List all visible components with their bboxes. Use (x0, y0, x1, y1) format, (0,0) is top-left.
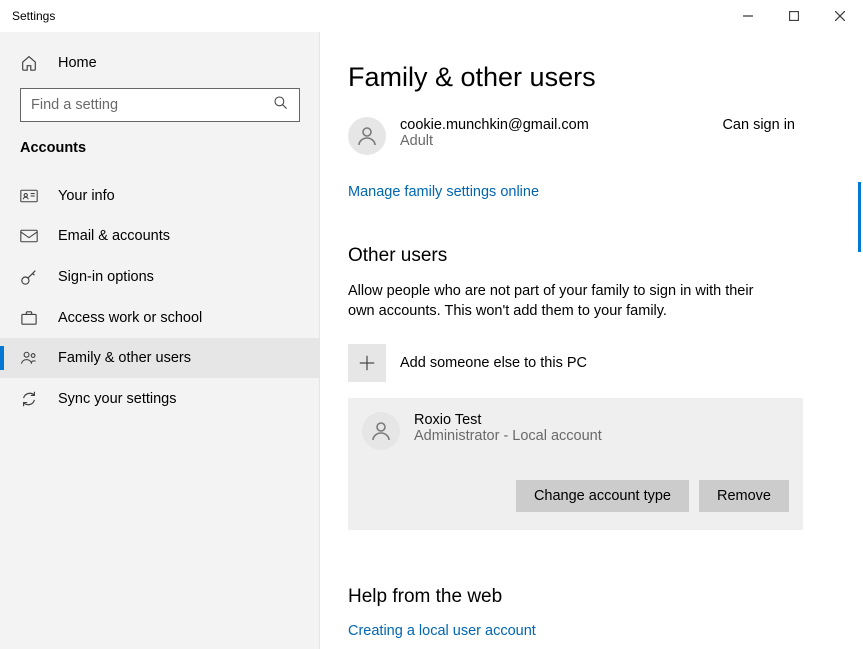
sidebar-item-label: Your info (58, 188, 115, 204)
close-button[interactable] (817, 0, 863, 32)
sidebar-item-sync-settings[interactable]: Sync your settings (0, 378, 320, 420)
plus-icon (348, 344, 386, 382)
sidebar-item-family-other-users[interactable]: Family & other users (0, 338, 320, 378)
envelope-icon (20, 229, 40, 243)
other-user-type: Administrator - Local account (414, 428, 602, 444)
family-user-row[interactable]: cookie.munchkin@gmail.com Adult Can sign… (348, 117, 835, 155)
user-email: cookie.munchkin@gmail.com (400, 117, 722, 133)
user-role: Adult (400, 133, 722, 149)
manage-family-link[interactable]: Manage family settings online (348, 184, 539, 200)
user-status: Can sign in (722, 117, 795, 133)
sidebar-item-label: Sign-in options (58, 269, 154, 285)
sync-icon (20, 390, 40, 408)
main-content: Family & other users cookie.munchkin@gma… (320, 32, 863, 649)
other-users-heading: Other users (348, 245, 835, 267)
sidebar-section-title: Accounts (0, 140, 320, 156)
avatar-icon (348, 117, 386, 155)
minimize-button[interactable] (725, 0, 771, 32)
other-users-description: Allow people who are not part of your fa… (348, 281, 778, 322)
sidebar-item-your-info[interactable]: Your info (0, 176, 320, 216)
sidebar-item-access-work-school[interactable]: Access work or school (0, 298, 320, 338)
sidebar: Home Accounts Your info Email & accounts (0, 32, 320, 649)
search-icon (273, 95, 289, 116)
home-icon (20, 54, 40, 72)
sidebar-item-sign-in-options[interactable]: Sign-in options (0, 256, 320, 298)
sidebar-item-label: Family & other users (58, 350, 191, 366)
sidebar-item-label: Sync your settings (58, 391, 176, 407)
window-controls (725, 0, 863, 32)
help-link-local-account[interactable]: Creating a local user account (348, 623, 536, 639)
remove-button[interactable]: Remove (699, 480, 789, 512)
sidebar-item-email-accounts[interactable]: Email & accounts (0, 216, 320, 256)
people-icon (20, 350, 40, 366)
maximize-button[interactable] (771, 0, 817, 32)
search-input[interactable] (31, 97, 273, 113)
titlebar: Settings (0, 0, 863, 32)
sidebar-item-label: Email & accounts (58, 228, 170, 244)
home-label: Home (58, 55, 97, 71)
briefcase-icon (20, 310, 40, 326)
search-box[interactable] (20, 88, 300, 122)
scroll-indicator (858, 182, 861, 252)
id-card-icon (20, 189, 40, 203)
add-user-button[interactable]: Add someone else to this PC (348, 344, 835, 382)
change-account-type-button[interactable]: Change account type (516, 480, 689, 512)
page-title: Family & other users (348, 62, 835, 93)
sidebar-item-label: Access work or school (58, 310, 202, 326)
other-user-name: Roxio Test (414, 412, 602, 428)
window-title: Settings (12, 9, 725, 23)
home-nav[interactable]: Home (0, 44, 320, 82)
add-user-label: Add someone else to this PC (400, 355, 587, 371)
key-icon (20, 268, 40, 286)
other-user-row[interactable]: Roxio Test Administrator - Local account (362, 412, 789, 450)
help-heading: Help from the web (348, 586, 835, 608)
avatar-icon (362, 412, 400, 450)
other-user-expanded: Roxio Test Administrator - Local account… (348, 398, 803, 530)
